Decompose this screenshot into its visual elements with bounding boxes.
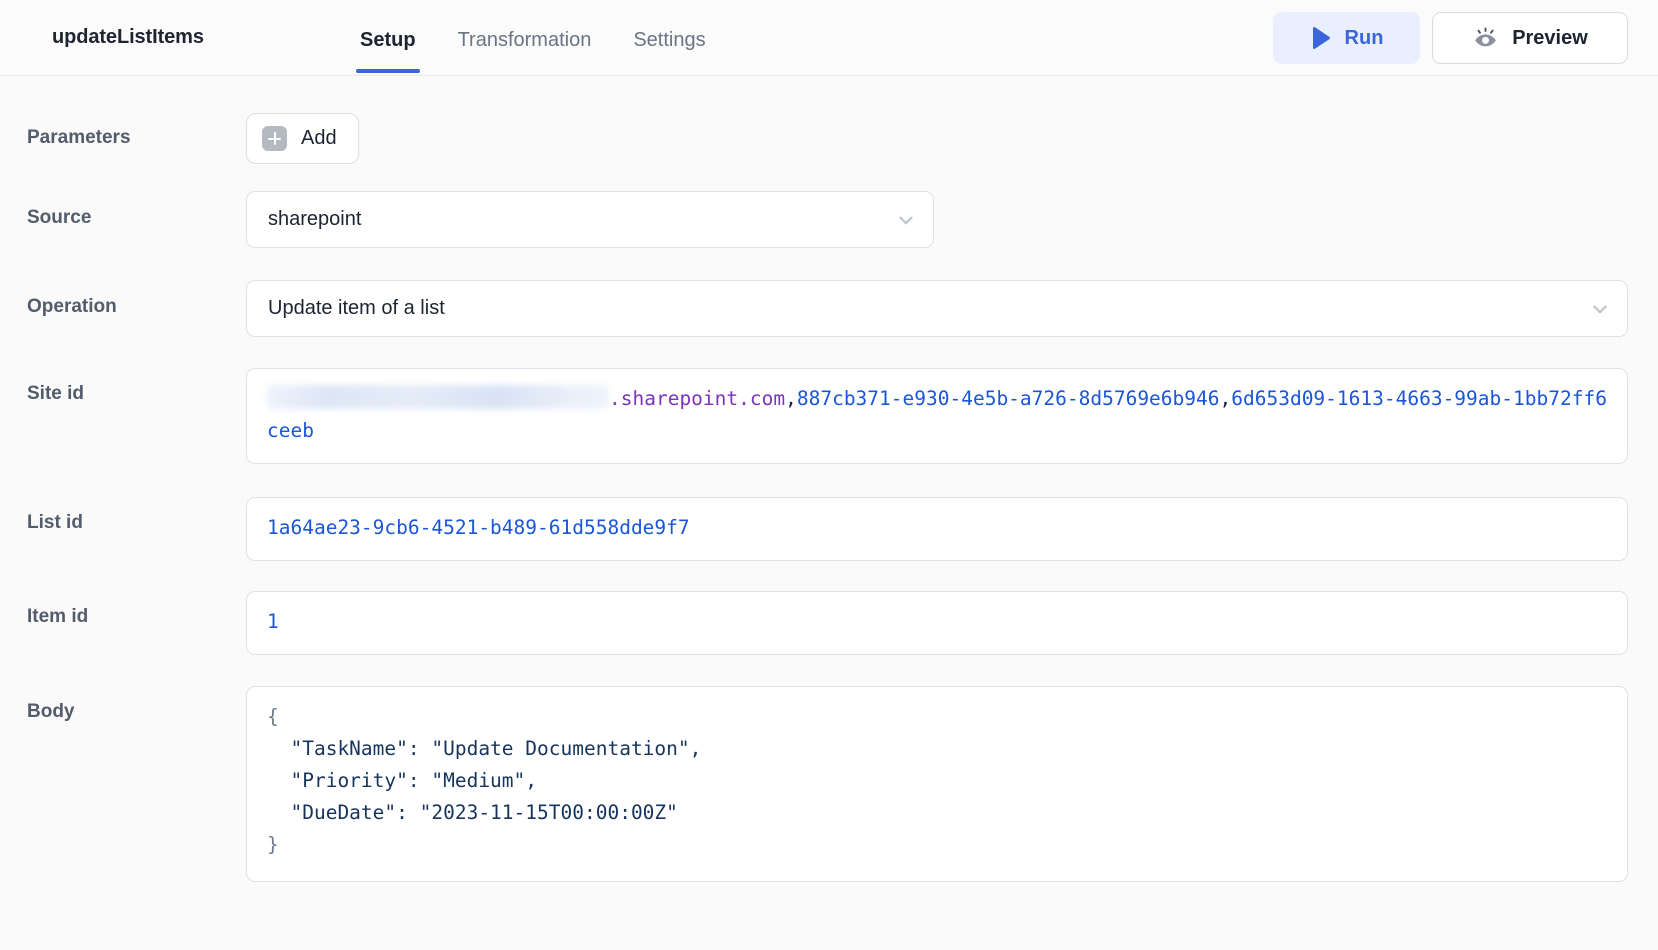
operation-label: Operation xyxy=(27,296,117,317)
run-button-label: Run xyxy=(1344,26,1384,49)
source-select[interactable]: sharepoint xyxy=(246,191,934,248)
tab-setup-label: Setup xyxy=(360,29,416,51)
item-id-input[interactable]: 1 xyxy=(246,591,1628,655)
item-id-label: Item id xyxy=(27,606,89,627)
site-id-sep-1: , xyxy=(785,387,797,410)
row-body: Body { "TaskName": "Update Documentation… xyxy=(0,686,1658,882)
source-select-value: sharepoint xyxy=(268,208,362,230)
row-site-id: Site id .sharepoint.com,887cb371-e930-4e… xyxy=(0,368,1658,464)
site-id-label: Site id xyxy=(27,383,85,404)
body-open-brace: { xyxy=(267,705,279,728)
row-parameters: Parameters Add xyxy=(0,113,1658,164)
preview-button-label: Preview xyxy=(1512,26,1588,49)
run-button[interactable]: Run xyxy=(1273,12,1420,64)
redacted-tenant-name xyxy=(267,385,609,409)
chevron-down-icon xyxy=(1593,305,1607,313)
parameters-field: Add xyxy=(246,113,1628,164)
node-editor-header: updateListItems Setup Transformation Set… xyxy=(0,0,1658,76)
row-source: Source sharepoint xyxy=(0,191,1658,248)
body-json-text: "TaskName": "Update Documentation", "Pri… xyxy=(290,737,702,824)
row-item-id: Item id 1 xyxy=(0,591,1658,655)
site-id-guid-1: 887cb371-e930-4e5b-a726-8d5769e6b946 xyxy=(796,387,1220,410)
page-title: updateListItems xyxy=(52,26,204,48)
eye-icon xyxy=(1475,27,1496,47)
list-id-value: 1a64ae23-9cb6-4521-b489-61d558dde9f7 xyxy=(267,516,690,539)
list-id-field: 1a64ae23-9cb6-4521-b489-61d558dde9f7 xyxy=(246,497,1628,561)
tab-settings[interactable]: Settings xyxy=(612,0,726,76)
preview-button[interactable]: Preview xyxy=(1432,12,1628,64)
list-id-label: List id xyxy=(27,512,83,533)
tab-settings-label: Settings xyxy=(633,29,706,51)
operation-field: Update item of a list xyxy=(246,280,1628,337)
site-id-value: .sharepoint.com,887cb371-e930-4e5b-a726-… xyxy=(267,383,1607,447)
list-id-input[interactable]: 1a64ae23-9cb6-4521-b489-61d558dde9f7 xyxy=(246,497,1628,561)
row-operation: Operation Update item of a list xyxy=(0,280,1658,337)
add-parameter-label: Add xyxy=(301,127,337,149)
source-label: Source xyxy=(27,207,92,228)
tab-transformation[interactable]: Transformation xyxy=(437,0,613,76)
plus-icon xyxy=(262,126,287,151)
parameters-label: Parameters xyxy=(27,127,131,148)
operation-select-value: Update item of a list xyxy=(268,297,445,319)
play-icon xyxy=(1312,26,1330,50)
body-json-editor[interactable]: { "TaskName": "Update Documentation", "P… xyxy=(246,686,1628,882)
operation-select[interactable]: Update item of a list xyxy=(246,280,1628,337)
tab-setup[interactable]: Setup xyxy=(339,0,437,76)
body-label: Body xyxy=(27,701,75,722)
chevron-down-icon xyxy=(899,216,913,224)
site-id-domain: .sharepoint.com xyxy=(609,387,786,410)
item-id-value: 1 xyxy=(267,610,279,633)
header-actions: Run Preview xyxy=(1273,12,1628,64)
tab-bar: Setup Transformation Settings xyxy=(339,0,727,76)
source-field: sharepoint xyxy=(246,191,1628,248)
body-field: { "TaskName": "Update Documentation", "P… xyxy=(246,686,1628,882)
add-parameter-button[interactable]: Add xyxy=(246,113,359,164)
item-id-field: 1 xyxy=(246,591,1628,655)
site-id-input[interactable]: .sharepoint.com,887cb371-e930-4e5b-a726-… xyxy=(246,368,1628,464)
body-close-brace: } xyxy=(267,833,279,856)
site-id-field: .sharepoint.com,887cb371-e930-4e5b-a726-… xyxy=(246,368,1628,464)
tab-transformation-label: Transformation xyxy=(457,29,592,51)
row-list-id: List id 1a64ae23-9cb6-4521-b489-61d558dd… xyxy=(0,497,1658,561)
setup-form: Parameters Add Source sharepoint Operati… xyxy=(0,113,1658,882)
site-id-sep-2: , xyxy=(1219,387,1232,410)
